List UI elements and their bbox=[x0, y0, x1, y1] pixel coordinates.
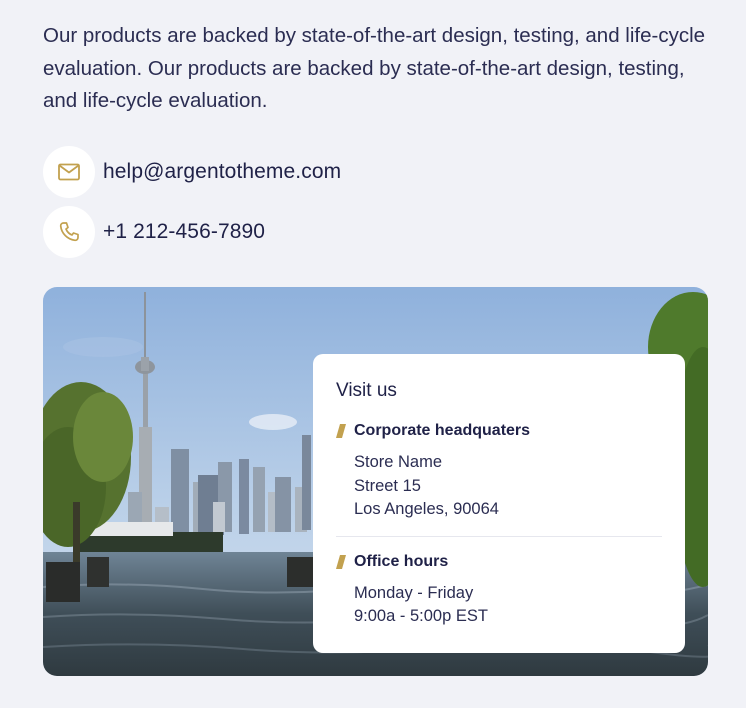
address-line: Store Name bbox=[354, 453, 443, 471]
hours-heading-row: Office hours bbox=[336, 553, 662, 571]
card-title: Visit us bbox=[336, 380, 397, 401]
email-contact[interactable]: help@argentotheme.com bbox=[43, 146, 341, 198]
phone-icon-circle bbox=[43, 206, 95, 258]
address-line: Los Angeles, 90064 bbox=[354, 500, 499, 518]
mail-icon bbox=[58, 163, 80, 181]
hours-line: Monday - Friday bbox=[354, 583, 474, 602]
slash-accent-icon bbox=[336, 554, 346, 569]
slash-accent-icon bbox=[336, 424, 346, 438]
email-link[interactable]: help@argentotheme.com bbox=[103, 160, 341, 184]
hours-lines: Monday - Friday 9:00a - 5:00p EST bbox=[354, 582, 662, 629]
email-icon-circle bbox=[43, 146, 95, 198]
headquarters-heading: Corporate headquaters bbox=[354, 422, 531, 439]
headquarters-address: Store Name Street 15 Los Angeles, 90064 bbox=[354, 451, 662, 522]
visit-us-card: Visit us Corporate headquaters Store Nam… bbox=[313, 354, 685, 653]
intro-paragraph: Our products are backed by state-of-the-… bbox=[43, 24, 706, 112]
divider bbox=[336, 535, 662, 537]
phone-contact[interactable]: +1 212-456-7890 bbox=[43, 206, 265, 258]
headquarters-heading-row: Corporate headquaters bbox=[336, 422, 662, 440]
phone-link[interactable]: +1 212-456-7890 bbox=[103, 220, 265, 244]
address-line: Street 15 bbox=[354, 476, 421, 495]
phone-icon bbox=[59, 222, 79, 242]
hours-line: 9:00a - 5:00p EST bbox=[354, 607, 488, 625]
hours-heading: Office hours bbox=[354, 552, 449, 570]
